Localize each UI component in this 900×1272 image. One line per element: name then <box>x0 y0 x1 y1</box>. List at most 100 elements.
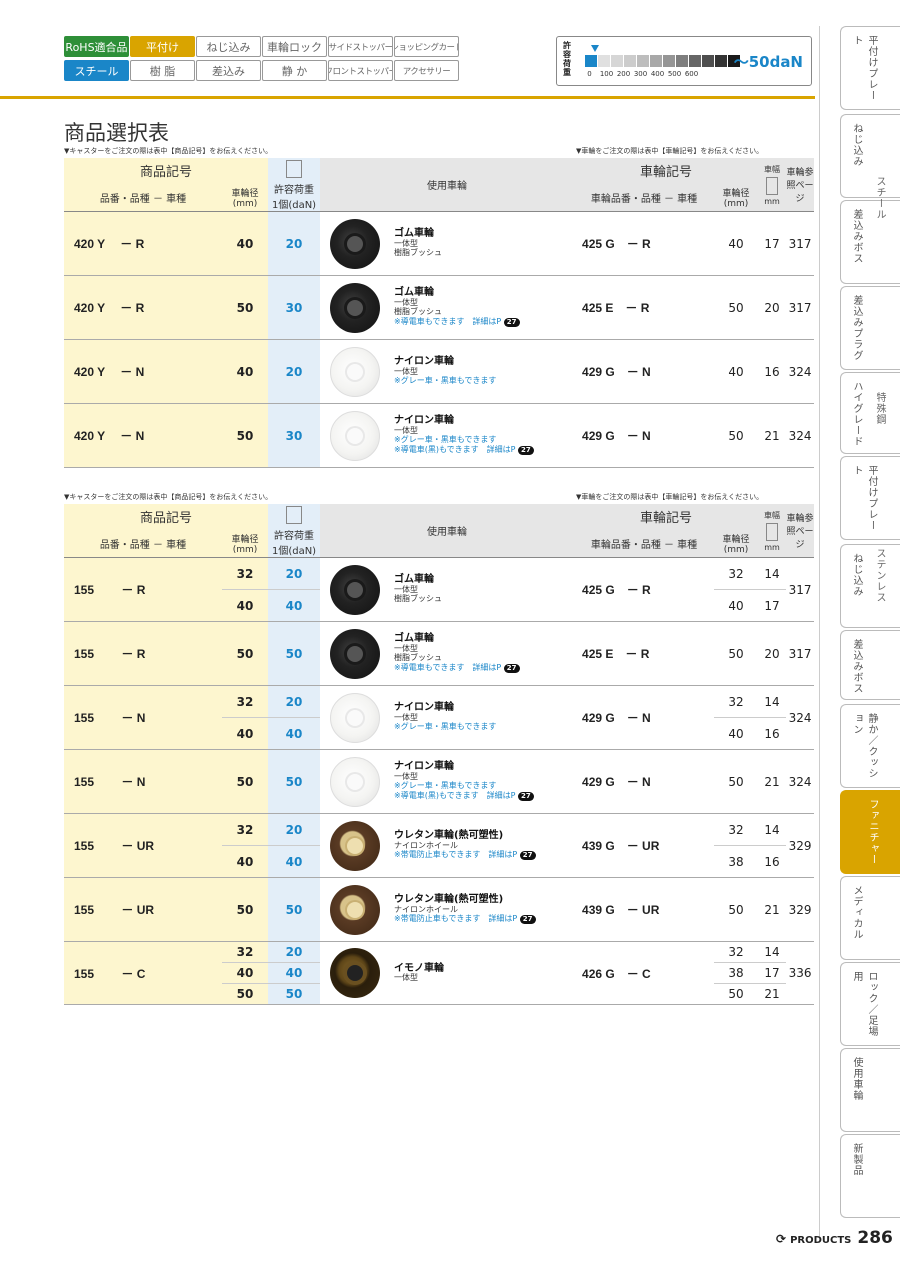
note-product: ▼キャスターをご注文の際は表中【商品記号】をお伝えください。 <box>64 147 273 155</box>
wheel-type: 一体型 <box>394 425 419 435</box>
tag-2[interactable]: 平付け <box>130 36 195 57</box>
wheel-cell: ウレタン車輪(熱可塑性) ナイロンホイール ※帯電防止車もできます 詳細はP 27 <box>320 877 575 942</box>
wheel-code: 425 G － R <box>574 211 715 276</box>
side-group-2: 特殊鋼 <box>874 392 885 425</box>
wheel-width: 21 <box>758 983 787 1005</box>
wheel-name: ウレタン車輪(熱可塑性) <box>394 894 504 905</box>
white-wheel-image <box>330 346 381 397</box>
product-code: 155 － N <box>64 685 222 750</box>
side-tab-12[interactable]: ロック／足場用 <box>840 962 900 1046</box>
wheel-code-diameter: 32 <box>714 685 759 718</box>
wheel-cell: ナイロン車輪 一体型 ※グレー車・黒車もできます <box>320 685 575 750</box>
scale-tick: 0 <box>587 70 592 78</box>
header-wheel-code: 車輪記号 <box>574 158 759 184</box>
header-load: 許容荷重 1個(daN) <box>268 158 321 212</box>
side-tab-7[interactable]: ねじ込み <box>840 544 900 628</box>
scale-tick: 200 <box>616 70 631 78</box>
dia-label: 車輪径 <box>722 534 750 545</box>
tag-3[interactable]: ねじ込み <box>196 36 261 57</box>
wheel-type: 一体型 <box>394 584 419 594</box>
page-ref[interactable]: 27 <box>518 791 534 801</box>
dia-unit: (mm) <box>723 544 749 555</box>
wheel-type: 一体型 <box>394 712 419 722</box>
side-tab-8[interactable]: 差込みボス <box>840 630 900 700</box>
side-tab-1[interactable]: 平付けプレート <box>840 26 900 110</box>
wheel-note: ※帯電防止車もできます 詳細はP 27 <box>394 914 536 924</box>
wheel-note: ※帯電防止車もできます 詳細はP 27 <box>394 850 536 860</box>
tag-5[interactable]: サイドストッパー <box>328 36 393 57</box>
wheel-name: ゴム車輪 <box>394 228 435 240</box>
side-tab-label: ねじ込み <box>851 553 862 597</box>
wheel-cell: ナイロン車輪 一体型 ※グレー車・黒車もできます ※導電車(黒)もできます 詳細はP … <box>320 403 575 468</box>
allowable-load: 30 <box>268 275 321 340</box>
header-width: 車幅 mm <box>758 158 787 212</box>
page-ref[interactable]: 27 <box>519 915 536 924</box>
table-row: 155 － UR 32 20 ウレタン車輪(熱可塑性) ナイロンホイール ※帯電防止車もで… <box>64 813 815 878</box>
side-tab-3[interactable]: 差込みボス <box>840 200 900 284</box>
page-ref[interactable]: 27 <box>503 317 520 327</box>
dia-unit: (mm) <box>232 198 258 209</box>
white-wheel-image <box>330 410 381 461</box>
wheel-diameter: 32 <box>222 941 269 963</box>
black-wheel-image <box>330 282 381 333</box>
wheel-diameter: 40 <box>222 589 269 622</box>
wheel-type: ナイロンホイール <box>394 904 459 914</box>
side-tab-label: 静か／クッション <box>851 713 877 779</box>
wheel-info: イモノ車輪 一体型 <box>320 948 574 998</box>
wheel-diameter: 50 <box>222 983 269 1005</box>
ref-page: 317 <box>786 557 815 622</box>
side-tab-5[interactable]: ハイグレード <box>840 372 900 454</box>
table-row: 420 Y － R 40 20 ゴム車輪 一体型 樹脂ブッシュ 425 G － R 40 17 3… <box>64 211 815 276</box>
allowable-load: 30 <box>268 403 321 468</box>
weight-icon <box>286 506 303 524</box>
side-tab-6[interactable]: 平付けプレート <box>840 456 900 540</box>
allowable-load: 50 <box>268 983 321 1005</box>
side-tab-2[interactable]: ねじ込み <box>840 114 900 198</box>
wheel-width: 16 <box>758 845 787 878</box>
wheel-note: ※グレー車・黒車もできます <box>394 781 497 791</box>
wheel-type: 一体型 <box>394 297 419 307</box>
load-marker-icon <box>591 45 599 52</box>
ref-page: 324 <box>786 685 815 750</box>
wheel-bushing: 樹脂ブッシュ <box>394 248 443 258</box>
table-row: 420 Y － N 50 30 ナイロン車輪 一体型 ※グレー車・黒車もできます ※導電車(… <box>64 403 815 468</box>
wheel-cell: ウレタン車輪(熱可塑性) ナイロンホイール ※帯電防止車もできます 詳細はP 27 <box>320 813 575 878</box>
page-ref[interactable]: 27 <box>518 445 534 455</box>
scale-cell <box>585 55 597 67</box>
side-tab-4[interactable]: 差込みプラグ <box>840 286 900 370</box>
note-wheel-2: ▼車輪をご注文の際は表中【車輪記号】をお伝えください。 <box>576 493 764 501</box>
brown-wheel-image <box>330 884 381 935</box>
wheel-code-diameter: 32 <box>714 557 759 590</box>
wheel-desc: イモノ車輪 一体型 <box>394 963 444 983</box>
side-tab-10[interactable]: ファニチャー <box>840 790 900 874</box>
page-ref[interactable]: 27 <box>503 663 520 673</box>
side-tab-14[interactable]: 新製品 <box>840 1134 900 1218</box>
wheel-code-diameter: 50 <box>714 621 759 686</box>
dia-label: 車輪径 <box>231 534 259 545</box>
tag-12[interactable]: アクセサリー <box>394 60 459 81</box>
product-code: 420 Y － N <box>64 403 222 468</box>
page-ref[interactable]: 27 <box>519 851 536 860</box>
dia-label: 車輪径 <box>231 188 259 199</box>
wheel-diameter: 40 <box>222 717 269 750</box>
brown-wheel-image <box>330 820 381 871</box>
tag-6[interactable]: ショッピングカート <box>394 36 459 57</box>
tag-10[interactable]: 静 か <box>262 60 327 81</box>
tag-9[interactable]: 差込み <box>196 60 261 81</box>
table-row: 155 － C 32 20 イモノ車輪 一体型 426 G － C 32 14 336 <box>64 941 815 1005</box>
tag-7[interactable]: スチール <box>64 60 129 81</box>
ref-page: 336 <box>786 941 815 1005</box>
tag-8[interactable]: 樹 脂 <box>130 60 195 81</box>
header-row: 商品記号 許容荷重 1個(daN) 使用車輪 車輪記号 車幅 mm 車輪参照ページ <box>64 158 815 212</box>
tag-4[interactable]: 車輪ロック <box>262 36 327 57</box>
side-tab-13[interactable]: 使用車輪 <box>840 1048 900 1132</box>
scale-tick: 400 <box>650 70 665 78</box>
tag-11[interactable]: フロントストッパー <box>328 60 393 81</box>
side-tab-9[interactable]: 静か／クッション <box>840 704 900 788</box>
product-table-1: 商品記号 許容荷重 1個(daN) 使用車輪 車輪記号 車幅 mm 車輪参照ページ 品番・品種 … <box>64 158 815 468</box>
tag-1[interactable]: RoHS適合品 <box>64 36 129 57</box>
width-icon <box>766 176 779 195</box>
wheel-name: ウレタン車輪(熱可塑性) <box>394 830 504 841</box>
header-load: 許容荷重 1個(daN) <box>268 504 321 558</box>
side-tab-11[interactable]: メディカル <box>840 876 900 960</box>
